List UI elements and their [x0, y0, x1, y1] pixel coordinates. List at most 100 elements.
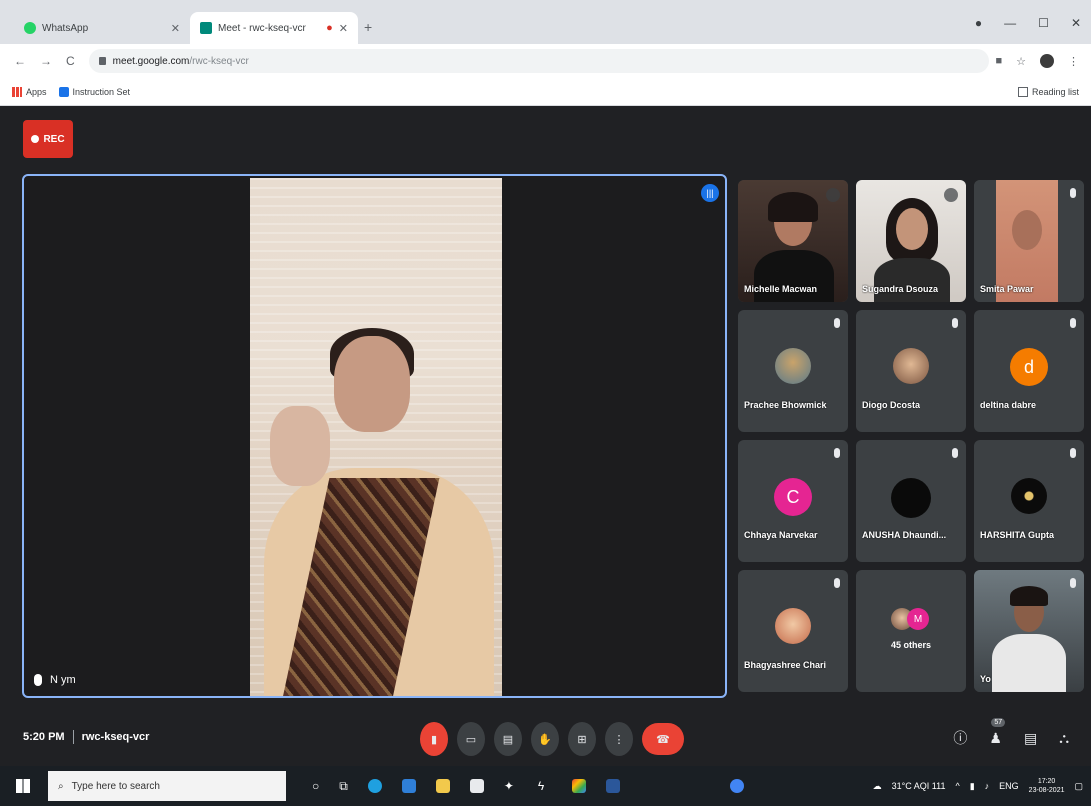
record-icon: [31, 135, 40, 143]
mic-off-icon: [952, 318, 958, 328]
activities-icon[interactable]: ⛬: [1059, 730, 1069, 747]
taskbar: ⌕ Type here to search ○ ⧉ ✦ ϟ ☁ 31°C AQI…: [0, 766, 1091, 806]
chat-icon[interactable]: ▤: [1024, 730, 1037, 747]
present-icon[interactable]: ⊞: [568, 722, 596, 756]
info-icon[interactable]: ⓘ: [953, 728, 967, 748]
participant-name: Bhagyashree Chari: [744, 660, 827, 670]
taskbar-search[interactable]: ⌕ Type here to search: [48, 771, 286, 801]
camera-permission-icon[interactable]: ■: [995, 55, 1002, 67]
search-placeholder: Type here to search: [71, 780, 160, 792]
tab-whatsapp[interactable]: WhatsApp ✕: [14, 12, 190, 44]
speaking-icon: [944, 188, 958, 202]
menu-icon[interactable]: ⋮: [1068, 55, 1079, 68]
raise-hand-icon[interactable]: ✋: [531, 722, 559, 756]
mic-off-icon: [834, 318, 840, 328]
avatar: C: [774, 478, 812, 516]
star-icon[interactable]: ☆: [1016, 55, 1026, 68]
address-bar[interactable]: meet.google.com /rwc-kseq-vcr: [88, 49, 989, 73]
forward-icon[interactable]: →: [40, 54, 52, 68]
clock-time: 17:20: [1037, 778, 1056, 785]
dropbox-icon[interactable]: ✦: [504, 779, 518, 793]
language-indicator[interactable]: ENG: [999, 781, 1019, 791]
close-icon[interactable]: ✕: [171, 22, 180, 35]
participant-tile[interactable]: C Chhaya Narvekar: [738, 440, 848, 562]
avatar: [893, 348, 929, 384]
bookmark-label: Instruction Set: [72, 86, 131, 97]
chevron-up-icon[interactable]: ^: [955, 781, 959, 791]
close-icon[interactable]: ✕: [339, 22, 348, 35]
weather-text: 31°C AQI 111: [891, 781, 946, 791]
participant-name: Prachee Bhowmick: [744, 400, 827, 410]
others-count: 45 others: [890, 640, 932, 650]
minimize-icon[interactable]: —: [1004, 16, 1016, 30]
participant-tile[interactable]: Prachee Bhowmick: [738, 310, 848, 432]
bookmark-label: Apps: [26, 86, 47, 97]
task-view-icon[interactable]: ⧉: [339, 779, 348, 794]
participant-name: HARSHITA Gupta: [980, 530, 1054, 540]
bookmark-apps[interactable]: Apps: [12, 86, 47, 97]
apps-icon: [12, 86, 22, 97]
participant-tile[interactable]: HARSHITA Gupta: [974, 440, 1084, 562]
weather-icon[interactable]: ☁: [873, 781, 882, 792]
participant-tile[interactable]: Sugandra Dsouza: [856, 180, 966, 302]
file-explorer-icon[interactable]: [435, 779, 450, 793]
back-icon[interactable]: ←: [14, 54, 26, 68]
word-icon[interactable]: [605, 779, 620, 793]
participant-tile[interactable]: Diogo Dcosta: [856, 310, 966, 432]
participant-tile[interactable]: Bhagyashree Chari: [738, 570, 848, 692]
url-host: meet.google.com: [112, 55, 190, 67]
participant-tile[interactable]: d deltina dabre: [974, 310, 1084, 432]
call-controls: ▮ ▭ ▤ ✋ ⊞ ⋮ ☎: [420, 722, 684, 756]
reload-icon[interactable]: C: [66, 54, 75, 68]
avatar: M: [907, 608, 929, 630]
maximize-icon[interactable]: ☐: [1038, 16, 1049, 30]
plus-icon[interactable]: +: [364, 19, 372, 35]
reading-list-label: Reading list: [1031, 86, 1079, 97]
tab-meet[interactable]: Meet - rwc-kseq-vcr ● ✕: [190, 12, 358, 44]
chrome-icon[interactable]: [571, 779, 586, 793]
meeting-time: 5:20 PM: [23, 731, 65, 743]
participant-tile[interactable]: ANUSHA Dhaundi...: [856, 440, 966, 562]
speaking-icon: [826, 188, 840, 202]
camera-icon[interactable]: ▭: [457, 722, 485, 756]
profile-icon[interactable]: ●: [975, 16, 982, 30]
participant-tile[interactable]: Smita Pawar: [974, 180, 1084, 302]
winamp-icon[interactable]: ϟ: [538, 779, 552, 793]
participant-name: Sugandra Dsouza: [862, 284, 939, 294]
avatar: [1011, 478, 1047, 514]
store-icon[interactable]: [401, 779, 416, 793]
edge-icon[interactable]: [367, 779, 382, 793]
amazon-icon[interactable]: [469, 779, 484, 793]
browser-chrome: WhatsApp ✕ Meet - rwc-kseq-vcr ● ✕ + ● —…: [0, 0, 1091, 106]
volume-icon[interactable]: ♪: [985, 781, 990, 791]
mic-off-icon[interactable]: ▮: [420, 722, 448, 756]
cortana-icon[interactable]: ○: [312, 779, 319, 793]
bookmark-icon: [58, 86, 69, 97]
notification-icon[interactable]: ▢: [1074, 781, 1083, 792]
mic-off-icon: [1070, 578, 1076, 588]
main-participant-tile[interactable]: ||| N ym: [22, 174, 727, 698]
close-window-icon[interactable]: ✕: [1071, 16, 1081, 30]
participant-video: [250, 178, 502, 696]
participant-tile[interactable]: Yo: [974, 570, 1084, 692]
participant-tile[interactable]: Michelle Macwan: [738, 180, 848, 302]
chrome-profile-icon[interactable]: [729, 779, 744, 793]
tab-label: Meet - rwc-kseq-vcr: [218, 22, 306, 34]
avatar[interactable]: [1040, 54, 1054, 68]
mic-off-icon: [1070, 188, 1076, 198]
reading-list[interactable]: Reading list: [1017, 86, 1079, 97]
bookmark-instruction-set[interactable]: Instruction Set: [58, 86, 131, 97]
network-icon[interactable]: ▮: [970, 781, 975, 792]
meet-window: REC ||| N ym Michelle Macwan Sugandra Ds…: [0, 106, 1091, 766]
clock[interactable]: 17:20 23-08-2021: [1029, 777, 1065, 795]
people-icon[interactable]: 57 ♟: [989, 717, 1006, 747]
system-tray: ☁ 31°C AQI 111 ^ ▮ ♪ ENG 17:20 23-08-202…: [873, 777, 1083, 795]
recording-indicator[interactable]: REC: [23, 120, 73, 158]
reading-list-icon: [1017, 86, 1028, 97]
others-tile[interactable]: M 45 others: [856, 570, 966, 692]
participant-name: Chhaya Narvekar: [744, 530, 818, 540]
windows-start-icon[interactable]: [16, 779, 30, 793]
more-icon[interactable]: ⋮: [605, 722, 633, 756]
captions-icon[interactable]: ▤: [494, 722, 522, 756]
end-call-icon[interactable]: ☎: [642, 723, 684, 755]
